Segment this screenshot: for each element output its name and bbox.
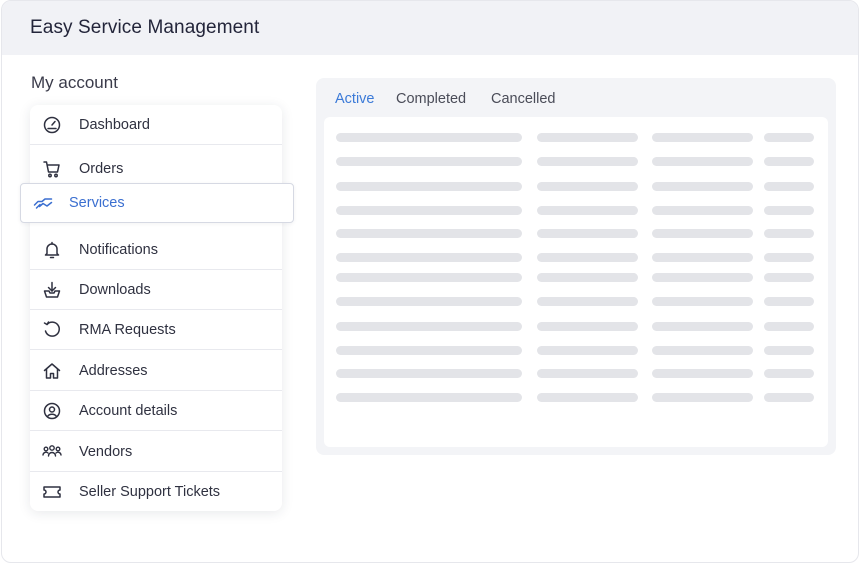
tab-active[interactable]: Active (335, 91, 375, 107)
skeleton-bar (764, 229, 814, 238)
menu-item-label: Seller Support Tickets (79, 484, 221, 500)
user-circle-icon (42, 401, 62, 421)
skeleton-bar (537, 157, 638, 166)
skeleton-bar (764, 346, 814, 355)
skeleton-bar (336, 133, 522, 142)
skeleton-bar (652, 346, 753, 355)
menu-item-account-details[interactable]: Account details (30, 391, 282, 431)
skeleton-row (324, 369, 828, 378)
users-group-icon (42, 442, 62, 462)
skeleton-bar (336, 322, 522, 331)
skeleton-bar (537, 273, 638, 282)
menu-item-label: Services (69, 195, 125, 211)
skeleton-bar (537, 182, 638, 191)
menu-item-label: Dashboard (79, 116, 150, 133)
skeleton-bar (652, 369, 753, 378)
skeleton-bar (652, 133, 753, 142)
skeleton-bar (764, 297, 814, 306)
app-header: Easy Service Management (2, 1, 858, 55)
skeleton-row (324, 182, 828, 191)
skeleton-bar (537, 229, 638, 238)
skeleton-bar (764, 273, 814, 282)
skeleton-bar (537, 297, 638, 306)
my-account-heading: My account (31, 73, 118, 92)
skeleton-row (324, 322, 828, 331)
skeleton-bar (652, 229, 753, 238)
download-tray-icon (42, 280, 62, 300)
skeleton-bar (764, 157, 814, 166)
skeleton-bar (764, 182, 814, 191)
skeleton-bar (652, 157, 753, 166)
skeleton-bar (764, 369, 814, 378)
ticket-icon (42, 482, 62, 502)
skeleton-bar (652, 206, 753, 215)
skeleton-bar (764, 393, 814, 402)
skeleton-bar (764, 206, 814, 215)
skeleton-bar (336, 393, 522, 402)
skeleton-bar (652, 322, 753, 331)
skeleton-bar (336, 297, 522, 306)
skeleton-row (324, 393, 828, 402)
skeleton-row (324, 346, 828, 355)
skeleton-bar (652, 253, 753, 262)
skeleton-bar (764, 133, 814, 142)
services-panel: Active Completed Cancelled (316, 78, 836, 455)
skeleton-bar (537, 206, 638, 215)
menu-item-vendors[interactable]: Vendors (30, 432, 282, 472)
menu-item-dashboard[interactable]: Dashboard (30, 105, 282, 145)
menu-item-notifications[interactable]: Notifications (30, 230, 282, 270)
skeleton-row (324, 273, 828, 282)
tab-cancelled[interactable]: Cancelled (491, 91, 556, 107)
skeleton-bar (652, 393, 753, 402)
cart-icon (42, 159, 62, 179)
menu-item-rma-requests[interactable]: RMA Requests (30, 310, 282, 350)
skeleton-row (324, 229, 828, 238)
menu-item-seller-support-tickets[interactable]: Seller Support Tickets (30, 472, 282, 512)
skeleton-bar (336, 157, 522, 166)
skeleton-row (324, 133, 828, 142)
menu-item-label: Downloads (79, 281, 151, 298)
skeleton-bar (537, 369, 638, 378)
skeleton-bar (537, 393, 638, 402)
menu-item-downloads[interactable]: Downloads (30, 270, 282, 310)
account-menu: Dashboard Orders Services Notifications … (20, 105, 294, 512)
skeleton-bar (336, 182, 522, 191)
tab-completed[interactable]: Completed (396, 91, 466, 107)
skeleton-bar (336, 253, 522, 262)
menu-item-label: Account details (79, 402, 178, 419)
services-list-loading (324, 117, 828, 447)
menu-item-label: Addresses (79, 362, 148, 379)
skeleton-bar (764, 253, 814, 262)
skeleton-bar (336, 346, 522, 355)
skeleton-bar (336, 229, 522, 238)
home-icon (42, 361, 62, 381)
app-title: Easy Service Management (30, 17, 260, 38)
undo-arrow-icon (42, 320, 62, 340)
handshake-icon (33, 193, 53, 213)
skeleton-bar (652, 297, 753, 306)
skeleton-bar (336, 273, 522, 282)
skeleton-bar (537, 346, 638, 355)
skeleton-row (324, 297, 828, 306)
skeleton-bar (537, 133, 638, 142)
menu-item-services[interactable]: Services (20, 183, 294, 223)
skeleton-row (324, 206, 828, 215)
skeleton-bar (537, 322, 638, 331)
skeleton-row (324, 157, 828, 166)
menu-item-addresses[interactable]: Addresses (30, 351, 282, 391)
menu-item-label: Vendors (79, 443, 133, 460)
menu-item-label: Orders (79, 160, 124, 177)
skeleton-bar (336, 206, 522, 215)
skeleton-bar (652, 273, 753, 282)
skeleton-bar (652, 182, 753, 191)
menu-item-label: Notifications (79, 241, 158, 258)
gauge-icon (42, 115, 62, 135)
app-window: Easy Service Management My account Dashb… (1, 0, 859, 563)
skeleton-bar (537, 253, 638, 262)
skeleton-bar (764, 322, 814, 331)
skeleton-row (324, 253, 828, 262)
menu-item-label: RMA Requests (79, 321, 176, 338)
bell-icon (42, 240, 62, 260)
skeleton-bar (336, 369, 522, 378)
